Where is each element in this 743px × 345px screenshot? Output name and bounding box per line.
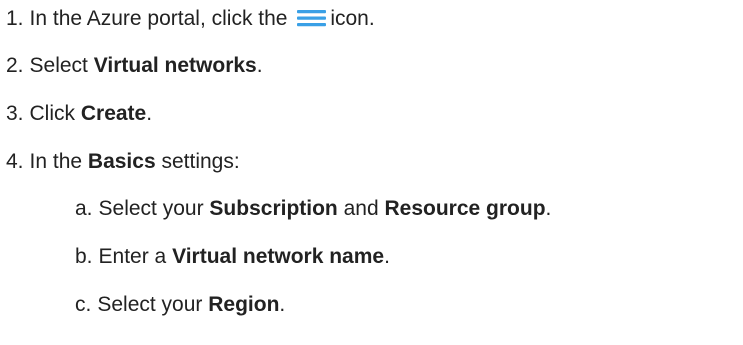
ui-term: Basics	[87, 150, 156, 173]
step-text: In the Azure portal, click the	[29, 7, 288, 30]
step-text-end: settings:	[161, 150, 240, 173]
step-number: 1.	[6, 7, 24, 30]
step-text: Select	[29, 54, 88, 77]
substep-b: b. Enter a Virtual network name.	[75, 244, 390, 270]
step-text-mid: and	[343, 197, 379, 220]
step-text-end: .	[146, 102, 153, 125]
hamburger-menu-icon	[297, 10, 327, 27]
step-number: 3.	[6, 102, 24, 125]
substep-a: a. Select your Subscription and Resource …	[75, 196, 551, 222]
step-text-end: .	[279, 293, 286, 316]
step-4: 4. In the Basics settings:	[6, 149, 240, 175]
instructions-document: 1. In the Azure portal, click the icon. 2…	[0, 0, 743, 345]
ui-term: Virtual network name	[172, 245, 385, 268]
step-text-end: .	[384, 245, 390, 268]
substep-c: c. Select your Region.	[75, 292, 285, 318]
step-text: Click	[29, 102, 76, 125]
ui-term: Resource group	[384, 197, 546, 220]
substep-letter: a.	[75, 197, 93, 220]
step-number: 2.	[6, 54, 24, 77]
step-number: 4.	[6, 150, 24, 173]
step-text: Select your	[98, 197, 204, 220]
ui-term: Virtual networks	[93, 54, 257, 77]
step-text-end: .	[545, 197, 552, 220]
step-text: In the	[29, 150, 83, 173]
substep-letter: c.	[75, 293, 92, 316]
ui-term: Create	[80, 102, 147, 125]
step-text: Enter a	[98, 245, 167, 268]
step-text-end: .	[256, 54, 263, 77]
step-text-end: icon.	[330, 7, 375, 30]
step-1: 1. In the Azure portal, click the icon.	[6, 6, 375, 32]
step-text: Select your	[97, 293, 203, 316]
ui-term: Region	[208, 293, 280, 316]
ui-term: Subscription	[209, 197, 338, 220]
step-3: 3. Click Create.	[6, 101, 152, 127]
substep-letter: b.	[75, 245, 93, 268]
step-2: 2. Select Virtual networks.	[6, 53, 263, 79]
